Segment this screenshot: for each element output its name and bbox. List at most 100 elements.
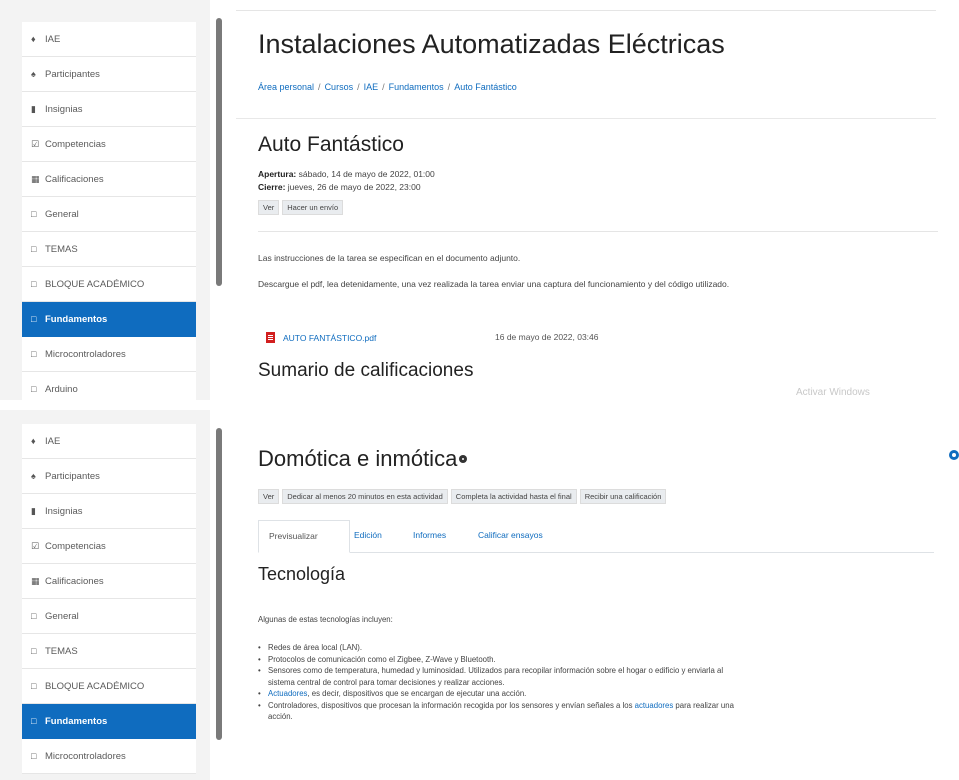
sidebar-item-label: BLOQUE ACADÉMICO xyxy=(45,681,145,692)
folder-icon: □ xyxy=(31,716,37,726)
breadcrumb-separator: / xyxy=(318,82,321,92)
table-icon: ▦ xyxy=(31,174,40,184)
sidebar-item-label: Calificaciones xyxy=(45,576,104,587)
list-item: Controladores, dispositivos que procesan… xyxy=(258,700,938,723)
help-icon[interactable] xyxy=(459,455,468,463)
sidebar-item-calificaciones[interactable]: ▦ Calificaciones xyxy=(22,162,196,197)
attachment-link[interactable]: AUTO FANTÁSTICO.pdf xyxy=(283,333,376,343)
breadcrumb-separator: / xyxy=(357,82,360,92)
assignment-title: Auto Fantástico xyxy=(258,133,404,156)
sidebar-item-microcontroladores[interactable]: □ Microcontroladores xyxy=(22,739,196,774)
assignment-instructions: Descargue el pdf, lea detenidamente, una… xyxy=(258,279,730,289)
page-title: Instalaciones Automatizadas Eléctricas xyxy=(258,29,725,59)
breadcrumb-link[interactable]: Fundamentos xyxy=(389,82,444,92)
sidebar-item-microcontroladores[interactable]: □ Microcontroladores xyxy=(22,337,196,372)
tab-informes[interactable]: Informes xyxy=(403,520,456,551)
main-region: Instalaciones Automatizadas Eléctricas Á… xyxy=(236,0,959,400)
breadcrumb-separator: / xyxy=(447,82,451,92)
folder-icon: □ xyxy=(31,681,37,691)
sidebar-item-label: Fundamentos xyxy=(45,314,108,325)
sidebar-item-fundamentos[interactable]: □ Fundamentos xyxy=(22,704,196,739)
opening-value: sábado, 14 de mayo de 2022, 01:00 xyxy=(298,169,435,179)
assignment-screenshot: ♦ IAE ♠ Participantes ▮ Insignias ☑ Competen… xyxy=(0,0,959,400)
breadcrumb-link[interactable]: Auto Fantástico xyxy=(454,82,517,92)
actuadores-link[interactable]: actuadores xyxy=(635,701,674,710)
sidebar-item-label: Insignias xyxy=(45,506,83,517)
list-item-text: Redes de área local (LAN). xyxy=(268,643,363,652)
list-item-text: para realizar una xyxy=(673,700,734,710)
sidebar-column: ♦ IAE ♠ Participantes ▮ Insignias ☑ Competen… xyxy=(0,0,210,400)
breadcrumb-link[interactable]: Área personal xyxy=(258,82,314,92)
sidebar-item-bloque-academico[interactable]: □ BLOQUE ACADÉMICO xyxy=(22,669,196,704)
sidebar-item-participantes[interactable]: ♠ Participantes xyxy=(22,57,196,92)
actuadores-link[interactable]: Actuadores xyxy=(268,689,307,698)
sidebar-item-label: General xyxy=(45,611,79,622)
tab-edicion[interactable]: Edición xyxy=(344,520,392,551)
sidebar-item-temas[interactable]: □ TEMAS xyxy=(22,634,196,669)
sidebar-item-general[interactable]: □ General xyxy=(22,599,196,634)
sidebar-scrollbar[interactable] xyxy=(216,18,222,286)
sidebar-item-insignias[interactable]: ▮ Insignias xyxy=(22,494,196,529)
divider xyxy=(258,231,938,232)
sidebar-item-participantes[interactable]: ♠ Participantes xyxy=(22,459,196,494)
graduation-cap-icon: ♦ xyxy=(31,436,36,446)
folder-icon: □ xyxy=(31,611,37,621)
completion-badge: Ver xyxy=(258,200,280,215)
table-icon: ▦ xyxy=(31,576,40,586)
sidebar-item-label: TEMAS xyxy=(45,646,78,657)
technology-list: Redes de área local (LAN). Protocolos de… xyxy=(258,642,938,723)
sidebar-item-label: Microcontroladores xyxy=(45,751,126,762)
folder-icon: □ xyxy=(31,646,37,656)
users-icon: ♠ xyxy=(31,471,36,481)
completion-badge: Hacer un envío xyxy=(282,200,344,215)
lesson-screenshot: ♦ IAE ♠ Participantes ▮ Insignias ☑ Competen… xyxy=(0,410,959,780)
sidebar-item-label: IAE xyxy=(45,436,61,447)
completion-badge: Dedicar al menos 20 minutos en esta acti… xyxy=(282,489,448,504)
sidebar-item-bloque-academico[interactable]: □ BLOQUE ACADÉMICO xyxy=(22,267,196,302)
main-region: Domótica e inmótica Ver Dedicar al menos … xyxy=(236,410,959,780)
completion-badge: Completa la actividad hasta el final xyxy=(450,489,577,504)
check-square-icon: ☑ xyxy=(31,541,40,551)
lesson-title: Domótica e inmótica xyxy=(258,446,468,472)
sidebar-item-label: Participantes xyxy=(45,69,100,80)
sidebar-item-iae[interactable]: ♦ IAE xyxy=(22,424,196,459)
list-item-text: sistema central de control para tomar de… xyxy=(268,677,505,687)
closing-value: jueves, 26 de mayo de 2022, 23:00 xyxy=(287,182,421,192)
list-item: Protocolos de comunicación como el Zigbe… xyxy=(258,654,938,666)
settings-gear-icon[interactable] xyxy=(949,450,959,460)
list-item: Redes de área local (LAN). xyxy=(258,642,938,654)
list-item-text: Controladores, dispositivos que procesan… xyxy=(268,700,635,710)
sidebar-item-iae[interactable]: ♦ IAE xyxy=(22,22,196,57)
sidebar-item-label: TEMAS xyxy=(45,244,78,255)
closing-label: Cierre: xyxy=(258,182,286,192)
sidebar-item-label: General xyxy=(45,209,79,220)
sidebar-item-competencias[interactable]: ☑ Competencias xyxy=(22,127,196,162)
sidebar-item-competencias[interactable]: ☑ Competencias xyxy=(22,529,196,564)
tab-calificar-ensayos[interactable]: Calificar ensayos xyxy=(468,520,553,551)
sidebar-item-label: Arduino xyxy=(45,384,78,395)
sidebar-item-fundamentos[interactable]: □ Fundamentos xyxy=(22,302,196,337)
shield-icon: ▮ xyxy=(31,506,36,516)
sidebar-item-arduino[interactable]: □ Arduino xyxy=(22,372,196,400)
shield-icon: ▮ xyxy=(31,104,36,114)
sidebar-item-general[interactable]: □ General xyxy=(22,197,196,232)
sidebar-item-label: Microcontroladores xyxy=(45,349,126,360)
sidebar-scrollbar[interactable] xyxy=(216,428,222,740)
sidebar-item-temas[interactable]: □ TEMAS xyxy=(22,232,196,267)
graduation-cap-icon: ♦ xyxy=(31,34,36,44)
course-index-sidebar: ♦ IAE ♠ Participantes ▮ Insignias ☑ Competen… xyxy=(22,22,196,400)
folder-icon: □ xyxy=(31,751,37,761)
breadcrumb-link[interactable]: IAE xyxy=(364,82,379,92)
sidebar-item-calificaciones[interactable]: ▦ Calificaciones xyxy=(22,564,196,599)
assignment-intro: Las instrucciones de la tarea se especif… xyxy=(258,253,521,263)
attachment-date: 16 de mayo de 2022, 03:46 xyxy=(495,332,599,342)
sidebar-item-label: Competencias xyxy=(45,541,106,552)
tab-previsualizar[interactable]: Previsualizar xyxy=(258,520,350,553)
list-item-text: , es decir, dispositivos que se encargan… xyxy=(307,689,527,698)
completion-badge: Ver xyxy=(258,489,280,504)
sidebar-item-label: Fundamentos xyxy=(45,716,108,727)
opening-label: Apertura: xyxy=(258,169,297,179)
sidebar-item-insignias[interactable]: ▮ Insignias xyxy=(22,92,196,127)
folder-icon: □ xyxy=(31,209,37,219)
breadcrumb-link[interactable]: Cursos xyxy=(325,82,354,92)
